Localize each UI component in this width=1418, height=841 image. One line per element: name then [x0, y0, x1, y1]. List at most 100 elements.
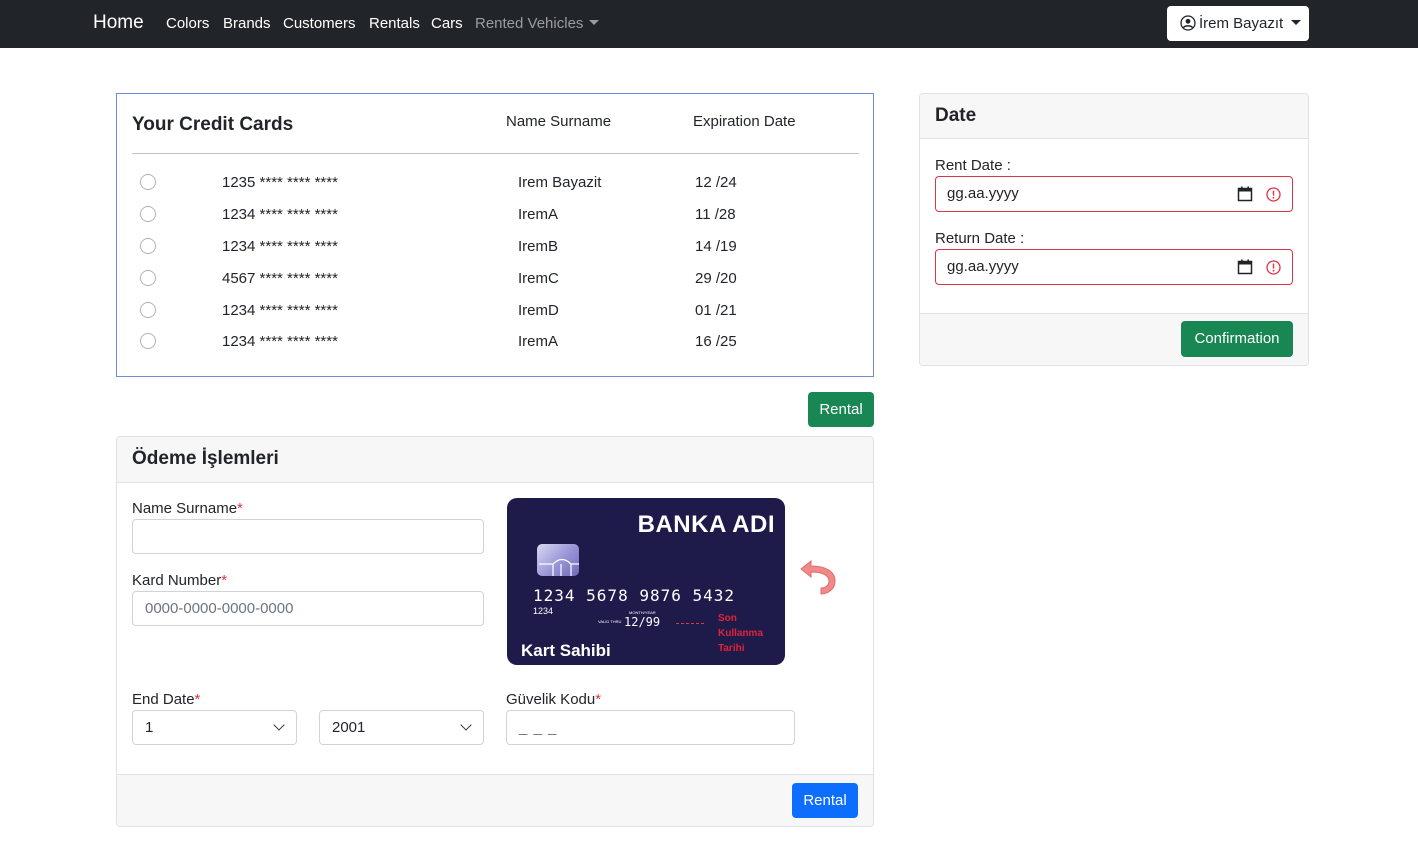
rental-submit-button[interactable]: Rental: [792, 783, 858, 818]
name-surname-label-text: Name Surname: [132, 500, 238, 517]
rental-saved-card-button[interactable]: Rental: [808, 392, 874, 427]
card-expiration: 11 /28: [695, 206, 736, 223]
flip-card-icon[interactable]: [795, 557, 839, 601]
card-holder-name: IremB: [518, 238, 559, 255]
card-expiration: 01 /21: [695, 302, 737, 319]
nav-link-colors[interactable]: Colors: [166, 15, 209, 32]
card-holder-name: IremD: [518, 302, 559, 319]
card-row[interactable]: 1234 **** **** **** IremB 14 /19: [117, 237, 873, 269]
nav-link-cars[interactable]: Cars: [431, 15, 463, 32]
header-divider: [132, 153, 859, 154]
end-year-value: 2001: [332, 719, 366, 736]
chevron-down-icon: [460, 719, 472, 731]
rent-date-input[interactable]: gg.aa.yyyy: [935, 176, 1293, 212]
date-panel-footer: Confirmation: [920, 313, 1308, 365]
calendar-icon[interactable]: [1237, 186, 1253, 202]
credit-cards-title: Your Credit Cards: [132, 114, 294, 135]
card-holder-name: IremC: [518, 270, 559, 287]
card-visual-valid-thru: VALID THRU: [598, 619, 622, 624]
card-bank-name: BANKA ADI: [637, 511, 775, 538]
payment-panel: Ödeme İşlemleri Name Surname* Kard Numbe…: [116, 436, 874, 827]
chevron-down-icon: [1291, 20, 1302, 25]
security-code-input[interactable]: _ _ _: [506, 710, 795, 745]
chevron-down-icon: [589, 20, 600, 25]
card-row[interactable]: 1235 **** **** **** Irem Bayazit 12 /24: [117, 173, 873, 205]
card-number-label-text: Kard Number: [132, 572, 222, 589]
date-panel-header: Date: [920, 94, 1308, 139]
required-mark: *: [595, 691, 602, 708]
card-row[interactable]: 1234 **** **** **** IremD 01 /21: [117, 301, 873, 333]
nav-link-customers[interactable]: Customers: [283, 15, 356, 32]
column-header-expiration: Expiration Date: [693, 113, 796, 130]
card-holder-name: IremA: [518, 206, 559, 223]
date-panel: Date Rent Date : gg.aa.yyyy Return Date …: [919, 93, 1309, 366]
end-date-label-text: End Date: [132, 691, 195, 708]
security-code-label-text: Güvelik Kodu: [506, 691, 596, 708]
required-mark: *: [237, 500, 243, 517]
calendar-icon[interactable]: [1237, 259, 1253, 275]
credit-cards-panel: Your Credit Cards Name Surname Expiratio…: [116, 93, 874, 377]
required-mark: *: [194, 691, 201, 708]
card-visual-expiry-note: Son Kullanma Tarihi: [718, 611, 763, 656]
payment-panel-footer: Rental: [117, 774, 873, 826]
nav-dropdown-rented-vehicles[interactable]: Rented Vehicles: [475, 15, 600, 32]
card-number-label: Kard Number*: [132, 572, 227, 589]
card-visual-number: 1234 5678 9876 5432: [533, 586, 736, 605]
chevron-down-icon: [273, 719, 285, 731]
nav-link-rentals[interactable]: Rentals: [369, 15, 420, 32]
rent-date-value: gg.aa.yyyy: [947, 185, 1019, 202]
column-header-name: Name Surname: [506, 113, 612, 130]
rent-date-label: Rent Date :: [935, 157, 1011, 174]
card-number: 1234 **** **** ****: [222, 238, 338, 255]
card-radio[interactable]: [140, 333, 156, 349]
return-date-value: gg.aa.yyyy: [947, 258, 1019, 275]
payment-title: Ödeme İşlemleri: [132, 448, 279, 469]
confirmation-button[interactable]: Confirmation: [1181, 321, 1293, 357]
expiry-note-line: Son: [718, 613, 737, 624]
end-month-select[interactable]: 1: [132, 710, 297, 745]
nav-brand-home[interactable]: Home: [93, 12, 144, 34]
card-number: 1234 **** **** ****: [222, 302, 338, 319]
card-row[interactable]: 4567 **** **** **** IremC 29 /20: [117, 269, 873, 301]
required-mark: *: [221, 572, 228, 589]
name-surname-input[interactable]: [132, 519, 484, 554]
end-month-value: 1: [145, 719, 154, 736]
invalid-warning-icon: [1266, 187, 1281, 202]
payment-panel-header: Ödeme İşlemleri: [117, 437, 873, 483]
card-number: 1234 **** **** ****: [222, 206, 338, 223]
security-code-label: Güvelik Kodu*: [506, 691, 601, 708]
name-surname-label: Name Surname*: [132, 500, 243, 517]
nav-dropdown-label: Rented Vehicles: [475, 15, 584, 32]
invalid-warning-icon: [1266, 260, 1281, 275]
card-expiration: 12 /24: [695, 174, 737, 191]
end-year-select[interactable]: 2001: [319, 710, 484, 745]
date-panel-title: Date: [935, 105, 977, 126]
user-name: İrem Bayazıt: [1199, 15, 1284, 32]
card-radio[interactable]: [140, 206, 156, 222]
card-visual-small-number: 1234: [533, 606, 554, 616]
credit-card-illustration: BANKA ADI 1234 5678 9876 5432 1234 VALID…: [507, 498, 785, 665]
return-date-label: Return Date :: [935, 230, 1025, 247]
card-radio[interactable]: [140, 270, 156, 286]
card-number-input[interactable]: 0000-0000-0000-0000: [132, 591, 484, 626]
card-number: 1234 **** **** ****: [222, 333, 338, 350]
card-visual-holder: Kart Sahibi: [521, 641, 611, 660]
card-radio[interactable]: [140, 174, 156, 190]
card-expiration: 14 /19: [695, 238, 737, 255]
end-date-label: End Date*: [132, 691, 200, 708]
expiry-note-line: Tarihi: [718, 643, 745, 654]
card-holder-name: IremA: [518, 333, 559, 350]
dashed-arrow-icon: [676, 623, 704, 624]
card-row[interactable]: 1234 **** **** **** IremA 11 /28: [117, 205, 873, 237]
card-expiration: 29 /20: [695, 270, 737, 287]
card-radio[interactable]: [140, 238, 156, 254]
return-date-input[interactable]: gg.aa.yyyy: [935, 249, 1293, 285]
nav-link-brands[interactable]: Brands: [223, 15, 271, 32]
card-row[interactable]: 1234 **** **** **** IremA 16 /25: [117, 332, 873, 364]
expiry-note-line: Kullanma: [718, 628, 764, 639]
card-holder-name: Irem Bayazit: [518, 174, 602, 191]
user-menu-button[interactable]: İrem Bayazıt: [1167, 6, 1309, 41]
card-radio[interactable]: [140, 302, 156, 318]
user-circle-icon: [1180, 15, 1196, 31]
card-expiration: 16 /25: [695, 333, 737, 350]
